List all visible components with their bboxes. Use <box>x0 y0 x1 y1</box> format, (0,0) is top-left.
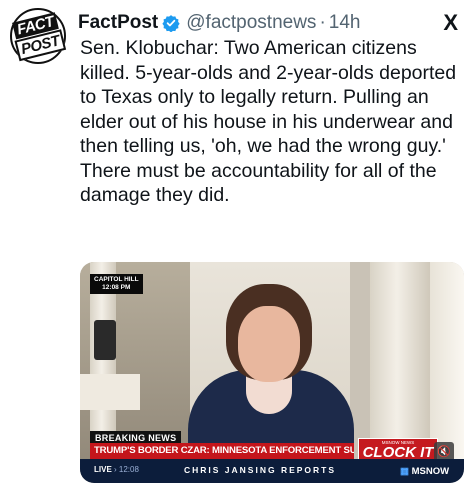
chyron-headline: TRUMP'S BORDER CZAR: MINNESOTA ENFORCEME… <box>90 443 354 459</box>
location-bug: CAPITOL HILL 12:08 PM <box>90 274 143 294</box>
tv-camera <box>94 320 116 360</box>
network-mark-icon: ▦ <box>400 466 409 477</box>
show-name: CHRIS JANSING REPORTS <box>184 465 336 475</box>
show-name-text: CHRIS JANSING REPORTS <box>184 465 337 475</box>
network-name: MSNOW <box>411 466 450 477</box>
avatar[interactable]: FACT POST <box>10 8 67 64</box>
location-time: 12:08 PM <box>102 284 131 291</box>
separator-dot: · <box>319 12 326 33</box>
verified-badge-icon <box>162 15 180 32</box>
video-player[interactable]: CAPITOL HILL 12:08 PM BREAKING NEWS TRUM… <box>80 262 464 483</box>
tweet-text: Sen. Klobuchar: Two American citizens ki… <box>80 37 457 206</box>
live-indicator: LIVE › 12:08 <box>94 465 139 474</box>
x-logo-icon: X <box>443 10 458 35</box>
factpost-logo: FACT POST <box>11 9 67 62</box>
live-time: 12:08 <box>118 465 139 474</box>
live-label: LIVE <box>94 465 112 474</box>
network-logo: ▦ MSNOW <box>400 466 449 477</box>
tweet-header: FactPost @factpostnews · 14h <box>78 10 360 36</box>
location-label: CAPITOL HILL <box>94 276 139 283</box>
speaker-face <box>238 306 300 382</box>
display-name[interactable]: FactPost <box>78 12 158 34</box>
balustrade <box>80 374 140 410</box>
handle[interactable]: @factpostnews <box>186 12 316 34</box>
timestamp[interactable]: 14h <box>329 12 361 34</box>
